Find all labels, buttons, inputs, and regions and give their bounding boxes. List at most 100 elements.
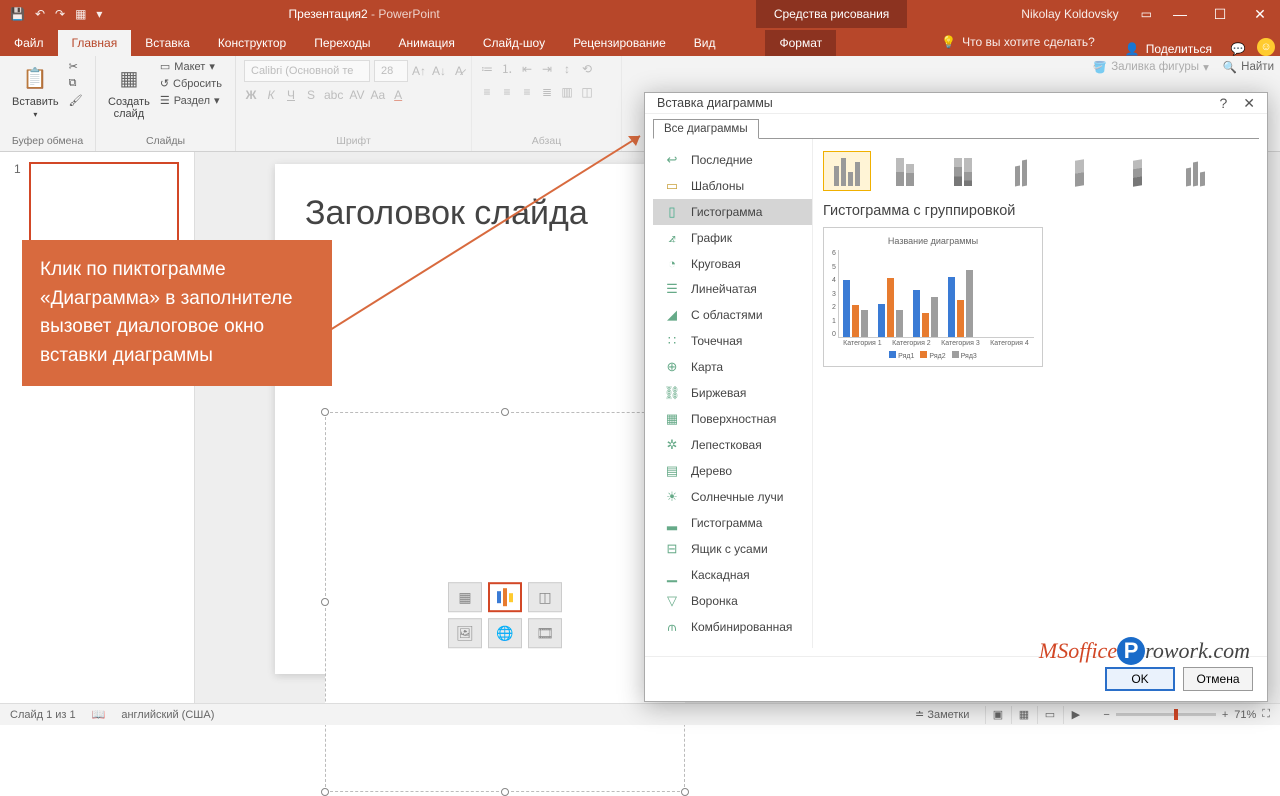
- language-status[interactable]: английский (США): [121, 709, 214, 721]
- indent-inc-button[interactable]: ⇥: [540, 62, 554, 76]
- layout-button[interactable]: ▭Макет ▾: [160, 60, 222, 73]
- ok-button[interactable]: OK: [1105, 667, 1175, 691]
- tab-transitions[interactable]: Переходы: [300, 30, 384, 56]
- justify-button[interactable]: ≣: [540, 85, 554, 99]
- format-painter-button[interactable]: 🖌: [69, 94, 83, 107]
- notes-button[interactable]: ≐ Заметки: [915, 708, 969, 721]
- cat-sunburst[interactable]: ☀Солнечные лучи: [653, 484, 812, 510]
- zoom-out-button[interactable]: −: [1103, 709, 1109, 721]
- subtype-3d-100stacked[interactable]: [1113, 151, 1161, 191]
- share-button[interactable]: 👤Поделиться: [1113, 42, 1224, 56]
- cancel-button[interactable]: Отмена: [1183, 667, 1253, 691]
- cat-funnel[interactable]: ▽Воронка: [653, 588, 812, 614]
- shape-fill-button[interactable]: 🪣Заливка фигуры ▾: [1093, 60, 1209, 74]
- cat-scatter[interactable]: ∷Точечная: [653, 328, 812, 354]
- grow-font-icon[interactable]: A↑: [412, 64, 426, 78]
- tab-insert[interactable]: Вставка: [131, 30, 204, 56]
- font-color-button[interactable]: A: [391, 88, 405, 102]
- find-button[interactable]: 🔍Найти: [1223, 60, 1274, 74]
- content-placeholder[interactable]: ▦ ◫ 🖼 🌐 🎞: [325, 412, 685, 792]
- cat-radar[interactable]: ✲Лепестковая: [653, 432, 812, 458]
- cat-pie[interactable]: ◔Круговая: [653, 251, 812, 276]
- feedback-icon[interactable]: ☺: [1252, 38, 1280, 56]
- copy-button[interactable]: ⧉: [69, 77, 83, 90]
- columns-button[interactable]: ▥: [560, 85, 574, 99]
- zoom-in-button[interactable]: +: [1222, 709, 1228, 721]
- underline-button[interactable]: Ч: [284, 88, 298, 102]
- strike-button[interactable]: S: [304, 88, 318, 102]
- subtype-clustered[interactable]: [823, 151, 871, 191]
- online-picture-icon[interactable]: 🌐: [488, 618, 522, 648]
- italic-button[interactable]: К: [264, 88, 278, 102]
- case-button[interactable]: Aa: [370, 88, 385, 102]
- align-left-button[interactable]: ≡: [480, 85, 494, 99]
- thumbnail-1[interactable]: 1: [14, 162, 180, 247]
- subtype-3d-clustered[interactable]: [997, 151, 1045, 191]
- minimize-button[interactable]: —: [1160, 0, 1200, 28]
- tab-format[interactable]: Формат: [765, 30, 836, 56]
- dialog-help-icon[interactable]: ?: [1219, 95, 1227, 112]
- subtype-3d-column[interactable]: [1171, 151, 1219, 191]
- line-spacing-button[interactable]: ↕: [560, 62, 574, 76]
- video-icon[interactable]: 🎞: [528, 618, 562, 648]
- font-family-combo[interactable]: Calibri (Основной те: [244, 60, 370, 82]
- reset-button[interactable]: ↺Сбросить: [160, 77, 222, 90]
- cat-recent[interactable]: ↩Последние: [653, 147, 812, 173]
- close-button[interactable]: ✕: [1240, 0, 1280, 28]
- subtype-100stacked[interactable]: [939, 151, 987, 191]
- numbering-button[interactable]: ⒈: [500, 60, 514, 77]
- undo-icon[interactable]: ↶: [35, 7, 45, 21]
- redo-icon[interactable]: ↷: [55, 7, 65, 21]
- normal-view-button[interactable]: ▣: [985, 706, 1009, 724]
- shrink-font-icon[interactable]: A↓: [432, 64, 446, 78]
- clear-format-icon[interactable]: A̷: [452, 64, 466, 78]
- smartart-placeholder-icon[interactable]: ◫: [528, 582, 562, 612]
- sorter-view-button[interactable]: ▦: [1011, 706, 1035, 724]
- cat-treemap[interactable]: ▤Дерево: [653, 458, 812, 484]
- dialog-tab-all[interactable]: Все диаграммы: [653, 119, 759, 139]
- tab-design[interactable]: Конструктор: [204, 30, 300, 56]
- tab-slideshow[interactable]: Слайд-шоу: [469, 30, 559, 56]
- ribbon-display-icon[interactable]: ▭: [1133, 7, 1160, 21]
- bullets-button[interactable]: ≔: [480, 62, 494, 76]
- cat-surface[interactable]: ▦Поверхностная: [653, 406, 812, 432]
- cat-templates[interactable]: ▭Шаблоны: [653, 173, 812, 199]
- cat-histogram[interactable]: ▂Гистограмма: [653, 510, 812, 536]
- tab-review[interactable]: Рецензирование: [559, 30, 680, 56]
- spellcheck-icon[interactable]: 📖: [92, 708, 106, 721]
- cat-stock[interactable]: ⛓Биржевая: [653, 380, 812, 406]
- cat-boxwhisker[interactable]: ⊟Ящик с усами: [653, 536, 812, 562]
- bold-button[interactable]: Ж: [244, 88, 258, 102]
- chart-icon[interactable]: [488, 582, 522, 612]
- cat-bar[interactable]: ☰Линейчатая: [653, 276, 812, 302]
- reading-view-button[interactable]: ▭: [1037, 706, 1061, 724]
- tab-animation[interactable]: Анимация: [385, 30, 469, 56]
- dialog-close-icon[interactable]: ✕: [1243, 95, 1255, 112]
- spacing-button[interactable]: AV: [349, 88, 364, 102]
- cat-waterfall[interactable]: ▁Каскадная: [653, 562, 812, 588]
- section-button[interactable]: ☰Раздел ▾: [160, 94, 222, 107]
- tab-view[interactable]: Вид: [680, 30, 730, 56]
- fit-button[interactable]: ⛶: [1262, 708, 1270, 721]
- zoom-slider[interactable]: [1116, 713, 1216, 716]
- table-icon[interactable]: ▦: [448, 582, 482, 612]
- align-center-button[interactable]: ≡: [500, 85, 514, 99]
- tell-me[interactable]: 💡Что вы хотите сделать?: [923, 28, 1113, 56]
- subtype-stacked[interactable]: [881, 151, 929, 191]
- picture-icon[interactable]: 🖼: [448, 618, 482, 648]
- text-dir-button[interactable]: ⟲: [580, 62, 594, 76]
- qat-more-icon[interactable]: ▾: [96, 7, 102, 21]
- new-slide-button[interactable]: ▦Создать слайд: [104, 60, 154, 122]
- zoom-control[interactable]: − + 71% ⛶: [1103, 708, 1270, 721]
- subtype-3d-stacked[interactable]: [1055, 151, 1103, 191]
- cut-button[interactable]: ✂: [69, 60, 83, 73]
- cat-map[interactable]: ⊕Карта: [653, 354, 812, 380]
- cat-column[interactable]: ▯Гистограмма: [653, 199, 812, 225]
- cat-combo[interactable]: ⫙Комбинированная: [653, 614, 812, 640]
- chart-sample-preview[interactable]: Название диаграммы 6543210 Категория 1Ка…: [823, 227, 1043, 367]
- tab-file[interactable]: Файл: [0, 30, 58, 56]
- cat-area[interactable]: ◢С областями: [653, 302, 812, 328]
- slideshow-icon[interactable]: ▦: [75, 7, 86, 21]
- comments-icon[interactable]: 💬: [1224, 42, 1252, 56]
- tab-home[interactable]: Главная: [58, 30, 132, 56]
